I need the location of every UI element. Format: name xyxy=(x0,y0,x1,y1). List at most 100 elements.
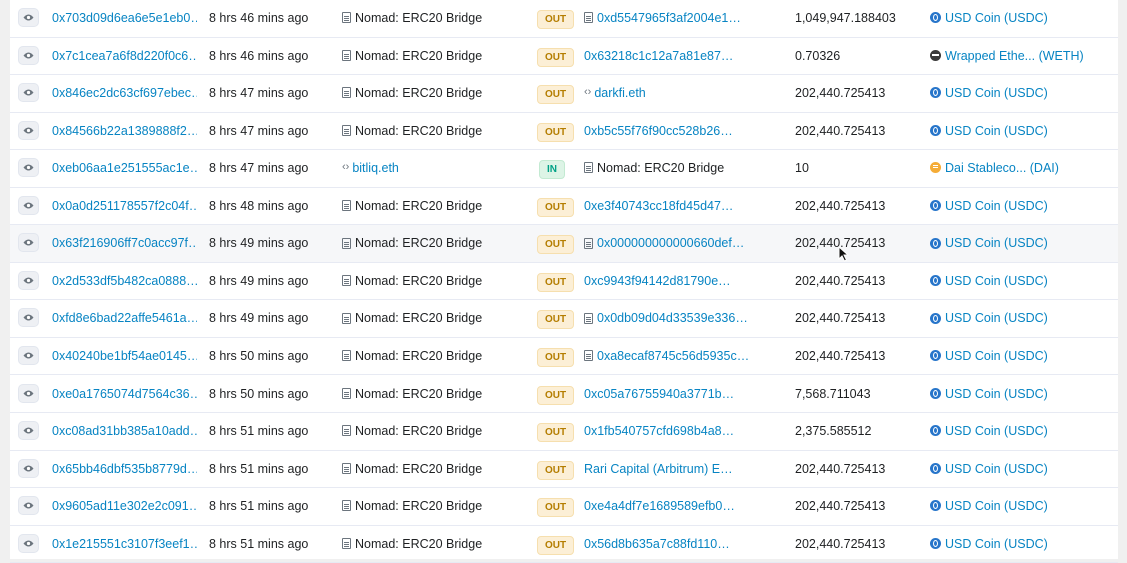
from-address-label[interactable]: Nomad: ERC20 Bridge xyxy=(355,274,482,288)
txn-hash-link[interactable]: 0xe0a1765074d7564c36… xyxy=(52,376,197,413)
token-link[interactable]: USD Coin (USDC) xyxy=(930,188,1115,225)
to-address-label[interactable]: Nomad: ERC20 Bridge xyxy=(597,161,724,175)
to-address[interactable]: 0xc05a76755940a3771b… xyxy=(584,376,784,413)
txn-hash-link[interactable]: 0x703d09d6ea6e5e1eb0… xyxy=(52,0,197,37)
txn-hash-link[interactable]: 0xeb06aa1e251555ac1e… xyxy=(52,150,197,187)
view-details-button[interactable] xyxy=(18,458,39,478)
from-address[interactable]: Nomad: ERC20 Bridge xyxy=(342,300,530,337)
view-details-button[interactable] xyxy=(18,421,39,441)
to-address[interactable]: 0x63218c1c12a7a81e87… xyxy=(584,38,784,75)
from-address-label[interactable]: Nomad: ERC20 Bridge xyxy=(355,462,482,476)
to-address-label[interactable]: 0x000000000000660def… xyxy=(597,236,744,250)
token-link[interactable]: USD Coin (USDC) xyxy=(930,75,1115,112)
token-link[interactable]: USD Coin (USDC) xyxy=(930,225,1115,262)
to-address[interactable]: 0x56d8b635a7c88fd110… xyxy=(584,526,784,563)
to-address-label[interactable]: 0x1fb540757cfd698b4a8… xyxy=(584,424,734,438)
from-address[interactable]: Nomad: ERC20 Bridge xyxy=(342,113,530,150)
to-address-label[interactable]: 0xa8ecaf8745c56d5935c… xyxy=(597,349,749,363)
token-name[interactable]: USD Coin (USDC) xyxy=(945,424,1048,438)
txn-hash-link[interactable]: 0xfd8e6bad22affe5461a… xyxy=(52,300,197,337)
from-address-label[interactable]: Nomad: ERC20 Bridge xyxy=(355,311,482,325)
token-name[interactable]: Wrapped Ethe... (WETH) xyxy=(945,49,1084,63)
from-address[interactable]: Nomad: ERC20 Bridge xyxy=(342,376,530,413)
to-address-label[interactable]: 0xc05a76755940a3771b… xyxy=(584,387,734,401)
to-address-label[interactable]: 0xd5547965f3af2004e1… xyxy=(597,11,741,25)
to-address[interactable]: 0xe4a4df7e1689589efb0… xyxy=(584,488,784,525)
from-address-label[interactable]: Nomad: ERC20 Bridge xyxy=(355,387,482,401)
to-address-label[interactable]: 0x56d8b635a7c88fd110… xyxy=(584,537,730,551)
token-link[interactable]: USD Coin (USDC) xyxy=(930,451,1115,488)
token-name[interactable]: USD Coin (USDC) xyxy=(945,236,1048,250)
to-address-label[interactable]: 0x0db09d04d33539e336… xyxy=(597,311,748,325)
view-details-button[interactable] xyxy=(18,308,39,328)
to-address[interactable]: 0xe3f40743cc18fd45d47… xyxy=(584,188,784,225)
from-address-label[interactable]: Nomad: ERC20 Bridge xyxy=(355,86,482,100)
from-address-label[interactable]: Nomad: ERC20 Bridge xyxy=(355,124,482,138)
view-details-button[interactable] xyxy=(18,195,39,215)
to-address-label[interactable]: 0xe3f40743cc18fd45d47… xyxy=(584,199,733,213)
from-address-label[interactable]: Nomad: ERC20 Bridge xyxy=(355,499,482,513)
from-address[interactable]: Nomad: ERC20 Bridge xyxy=(342,413,530,450)
txn-hash-link[interactable]: 0x40240be1bf54ae0145… xyxy=(52,338,197,375)
to-address-label[interactable]: 0xb5c55f76f90cc528b26… xyxy=(584,124,733,138)
view-details-button[interactable] xyxy=(18,345,39,365)
from-address[interactable]: Nomad: ERC20 Bridge xyxy=(342,75,530,112)
to-address-label[interactable]: 0xc9943f94142d81790e… xyxy=(584,274,731,288)
txn-hash-link[interactable]: 0x65bb46dbf535b8779d… xyxy=(52,451,197,488)
from-address-label[interactable]: Nomad: ERC20 Bridge xyxy=(355,349,482,363)
view-details-button[interactable] xyxy=(18,45,39,65)
token-link[interactable]: USD Coin (USDC) xyxy=(930,413,1115,450)
token-name[interactable]: USD Coin (USDC) xyxy=(945,199,1048,213)
view-details-button[interactable] xyxy=(18,120,39,140)
token-link[interactable]: USD Coin (USDC) xyxy=(930,300,1115,337)
from-address[interactable]: Nomad: ERC20 Bridge xyxy=(342,338,530,375)
to-address[interactable]: Rari Capital (Arbitrum) E… xyxy=(584,451,784,488)
to-address[interactable]: 0x0db09d04d33539e336… xyxy=(584,300,784,337)
token-name[interactable]: Dai Stableco... (DAI) xyxy=(945,161,1059,175)
view-details-button[interactable] xyxy=(18,383,39,403)
token-link[interactable]: USD Coin (USDC) xyxy=(930,376,1115,413)
to-address[interactable]: 0xd5547965f3af2004e1… xyxy=(584,0,784,37)
to-address[interactable]: 0x1fb540757cfd698b4a8… xyxy=(584,413,784,450)
to-address[interactable]: Nomad: ERC20 Bridge xyxy=(584,150,784,187)
token-link[interactable]: USD Coin (USDC) xyxy=(930,263,1115,300)
from-address[interactable]: Nomad: ERC20 Bridge xyxy=(342,488,530,525)
from-address-label[interactable]: Nomad: ERC20 Bridge xyxy=(355,199,482,213)
txn-hash-link[interactable]: 0x84566b22a1389888f2… xyxy=(52,113,197,150)
to-address[interactable]: 0xb5c55f76f90cc528b26… xyxy=(584,113,784,150)
token-name[interactable]: USD Coin (USDC) xyxy=(945,387,1048,401)
txn-hash-link[interactable]: 0x9605ad11e302e2c091… xyxy=(52,488,197,525)
view-details-button[interactable] xyxy=(18,233,39,253)
token-name[interactable]: USD Coin (USDC) xyxy=(945,274,1048,288)
from-address[interactable]: ‹› bitliq.eth xyxy=(342,150,530,187)
from-address[interactable]: Nomad: ERC20 Bridge xyxy=(342,263,530,300)
to-address[interactable]: 0x000000000000660def… xyxy=(584,225,784,262)
from-address[interactable]: Nomad: ERC20 Bridge xyxy=(342,526,530,563)
view-details-button[interactable] xyxy=(18,83,39,103)
txn-hash-link[interactable]: 0x2d533df5b482ca0888… xyxy=(52,263,197,300)
token-name[interactable]: USD Coin (USDC) xyxy=(945,462,1048,476)
txn-hash-link[interactable]: 0x1e215551c3107f3eef1… xyxy=(52,526,197,563)
view-details-button[interactable] xyxy=(18,270,39,290)
from-address-label[interactable]: Nomad: ERC20 Bridge xyxy=(355,236,482,250)
token-name[interactable]: USD Coin (USDC) xyxy=(945,349,1048,363)
token-name[interactable]: USD Coin (USDC) xyxy=(945,537,1048,551)
from-address[interactable]: Nomad: ERC20 Bridge xyxy=(342,0,530,37)
token-name[interactable]: USD Coin (USDC) xyxy=(945,86,1048,100)
token-link[interactable]: Dai Stableco... (DAI) xyxy=(930,150,1115,187)
view-details-button[interactable] xyxy=(18,8,39,27)
token-link[interactable]: Wrapped Ethe... (WETH) xyxy=(930,38,1115,75)
token-link[interactable]: USD Coin (USDC) xyxy=(930,526,1115,563)
from-address[interactable]: Nomad: ERC20 Bridge xyxy=(342,225,530,262)
from-address-label[interactable]: bitliq.eth xyxy=(352,161,399,175)
view-details-button[interactable] xyxy=(18,496,39,516)
txn-hash-link[interactable]: 0x0a0d251178557f2c04f… xyxy=(52,188,197,225)
from-address-label[interactable]: Nomad: ERC20 Bridge xyxy=(355,49,482,63)
txn-hash-link[interactable]: 0x63f216906ff7c0acc97f… xyxy=(52,225,197,262)
token-link[interactable]: USD Coin (USDC) xyxy=(930,488,1115,525)
token-link[interactable]: USD Coin (USDC) xyxy=(930,0,1115,37)
to-address-label[interactable]: Rari Capital (Arbitrum) E… xyxy=(584,462,733,476)
from-address[interactable]: Nomad: ERC20 Bridge xyxy=(342,451,530,488)
view-details-button[interactable] xyxy=(18,533,39,553)
token-name[interactable]: USD Coin (USDC) xyxy=(945,11,1048,25)
